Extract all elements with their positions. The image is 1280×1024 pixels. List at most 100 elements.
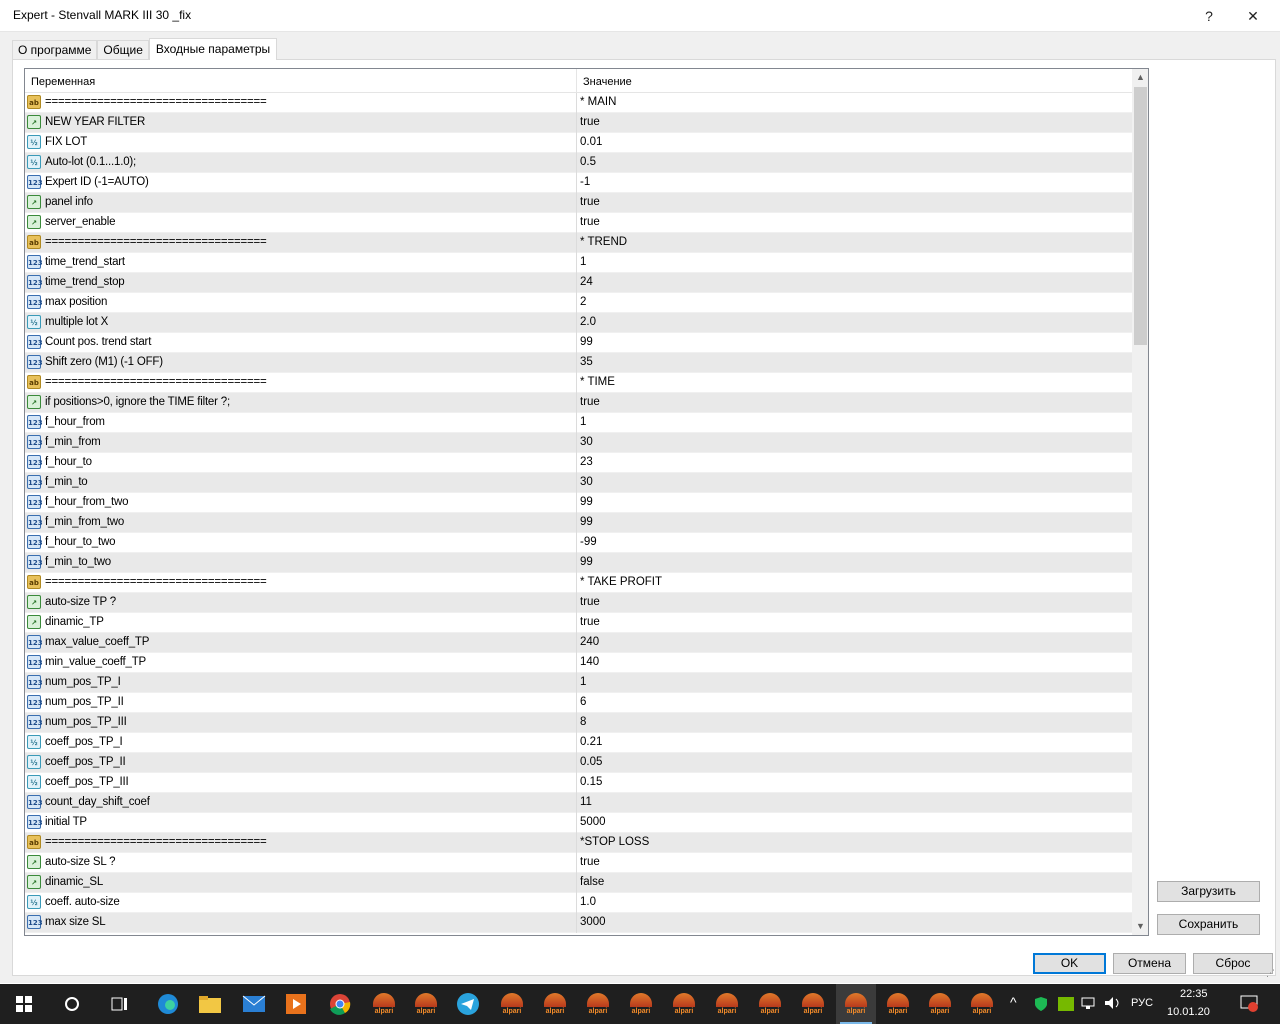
param-value[interactable]: 140 — [580, 656, 599, 668]
param-row[interactable]: ab ================================== *STO… — [25, 833, 1132, 853]
param-value[interactable]: 23 — [580, 456, 593, 468]
param-row[interactable]: 123 f_min_to_two 99 — [25, 553, 1132, 573]
language-indicator[interactable]: РУС — [1131, 997, 1153, 1009]
taskbar-alpari-active[interactable]: alpari — [836, 984, 876, 1024]
volume-icon[interactable] — [1104, 995, 1122, 1011]
tray-expand-icon[interactable]: ^ — [1010, 994, 1017, 1010]
param-row[interactable]: ½ multiple lot X 2.0 — [25, 313, 1132, 333]
param-row[interactable]: 123 num_pos_TP_I 1 — [25, 673, 1132, 693]
taskbar-edge[interactable] — [148, 984, 188, 1024]
parameters-grid[interactable]: Переменная Значение ab ==================… — [24, 68, 1149, 936]
header-value[interactable]: Значение — [583, 76, 632, 88]
param-row[interactable]: ½ Auto-lot (0.1...1.0); 0.5 — [25, 153, 1132, 173]
taskbar-alpari-3[interactable]: alpari — [492, 984, 532, 1024]
param-value[interactable]: 30 — [580, 476, 593, 488]
param-value[interactable]: false — [580, 876, 604, 888]
ok-button[interactable]: OK — [1033, 953, 1106, 974]
taskbar-alpari-13[interactable]: alpari — [920, 984, 960, 1024]
param-row[interactable]: ab ================================== * TR… — [25, 233, 1132, 253]
param-value[interactable]: -99 — [580, 536, 597, 548]
param-value[interactable]: true — [580, 596, 600, 608]
param-row[interactable]: 123 max size SL 3000 — [25, 913, 1132, 933]
param-row[interactable]: ½ coeff_pos_TP_III 0.15 — [25, 773, 1132, 793]
param-row[interactable]: ½ coeff_pos_TP_II 0.05 — [25, 753, 1132, 773]
param-row[interactable]: ab ================================== * MA… — [25, 93, 1132, 113]
param-value[interactable]: 240 — [580, 636, 599, 648]
param-row[interactable]: 123 f_hour_from_two 99 — [25, 493, 1132, 513]
param-value[interactable]: 0.21 — [580, 736, 602, 748]
param-value[interactable]: 99 — [580, 556, 593, 568]
param-value[interactable]: * TAKE PROFIT — [580, 576, 662, 588]
resize-grip-icon[interactable]: ⋰ — [1266, 968, 1278, 980]
nvidia-icon[interactable] — [1058, 997, 1074, 1011]
param-row[interactable]: ↗ panel info true — [25, 193, 1132, 213]
param-row[interactable]: 123 max_value_coeff_TP 240 — [25, 633, 1132, 653]
reset-button[interactable]: Сброс — [1193, 953, 1273, 974]
param-value[interactable]: 3000 — [580, 916, 606, 928]
param-row[interactable]: ↗ NEW YEAR FILTER true — [25, 113, 1132, 133]
param-row[interactable]: 123 initial TP 5000 — [25, 813, 1132, 833]
param-value[interactable]: * TREND — [580, 236, 627, 248]
param-row[interactable]: 123 Shift zero (M1) (-1 OFF) 35 — [25, 353, 1132, 373]
taskbar-alpari-2[interactable]: alpari — [406, 984, 446, 1024]
param-value[interactable]: * TIME — [580, 376, 615, 388]
tab-common[interactable]: Общие — [97, 40, 149, 60]
param-value[interactable]: true — [580, 616, 600, 628]
network-icon[interactable] — [1080, 995, 1096, 1011]
param-row[interactable]: 123 num_pos_TP_II 6 — [25, 693, 1132, 713]
param-value[interactable]: * MAIN — [580, 96, 616, 108]
param-value[interactable]: 1 — [580, 676, 586, 688]
param-value[interactable]: 1 — [580, 256, 586, 268]
param-row[interactable]: 123 Count pos. trend start 99 — [25, 333, 1132, 353]
param-value[interactable]: 30 — [580, 436, 593, 448]
search-button[interactable] — [52, 984, 92, 1024]
param-value[interactable]: true — [580, 216, 600, 228]
taskbar-alpari-12[interactable]: alpari — [878, 984, 918, 1024]
taskbar-alpari-1[interactable]: alpari — [364, 984, 404, 1024]
param-value[interactable]: 11 — [580, 796, 592, 808]
shield-icon[interactable] — [1034, 996, 1048, 1012]
param-row[interactable]: ↗ dinamic_SL false — [25, 873, 1132, 893]
param-value[interactable]: 0.15 — [580, 776, 602, 788]
param-row[interactable]: ↗ dinamic_TP true — [25, 613, 1132, 633]
param-value[interactable]: 99 — [580, 516, 593, 528]
param-value[interactable]: -1 — [580, 176, 590, 188]
taskbar-alpari-10[interactable]: alpari — [793, 984, 833, 1024]
param-value[interactable]: 1.0 — [580, 896, 596, 908]
scroll-up-icon[interactable]: ▲ — [1132, 69, 1148, 86]
clock-date[interactable]: 10.01.20 — [1167, 1006, 1210, 1018]
load-button[interactable]: Загрузить — [1157, 881, 1260, 902]
tab-inputs[interactable]: Входные параметры — [148, 38, 278, 60]
param-row[interactable]: ab ================================== * TA… — [25, 573, 1132, 593]
tab-about[interactable]: О программе — [12, 40, 98, 60]
param-row[interactable]: 123 f_min_from 30 — [25, 433, 1132, 453]
param-value[interactable]: 2 — [580, 296, 586, 308]
task-view-button[interactable] — [100, 984, 140, 1024]
param-value[interactable]: 0.5 — [580, 156, 596, 168]
taskbar-alpari-4[interactable]: alpari — [535, 984, 575, 1024]
param-row[interactable]: ↗ auto-size SL ? true — [25, 853, 1132, 873]
param-value[interactable]: true — [580, 196, 600, 208]
taskbar-chrome[interactable] — [320, 984, 360, 1024]
taskbar-alpari-14[interactable]: alpari — [962, 984, 1002, 1024]
param-value[interactable]: 99 — [580, 336, 593, 348]
taskbar-alpari-7[interactable]: alpari — [664, 984, 704, 1024]
help-button[interactable]: ? — [1186, 0, 1232, 32]
param-value[interactable]: 99 — [580, 496, 593, 508]
param-row[interactable]: 123 count_day_shift_coef 11 — [25, 793, 1132, 813]
param-value[interactable]: 8 — [580, 716, 586, 728]
param-row[interactable]: 123 min_value_coeff_TP 140 — [25, 653, 1132, 673]
param-row[interactable]: ½ coeff. auto-size 1.0 — [25, 893, 1132, 913]
cancel-button[interactable]: Отмена — [1113, 953, 1186, 974]
param-row[interactable]: ½ coeff_pos_TP_I 0.21 — [25, 733, 1132, 753]
scroll-down-icon[interactable]: ▼ — [1132, 918, 1148, 935]
param-row[interactable]: 123 f_hour_to 23 — [25, 453, 1132, 473]
param-value[interactable]: true — [580, 396, 600, 408]
notifications-icon[interactable] — [1240, 994, 1258, 1012]
param-value[interactable]: 0.01 — [580, 136, 602, 148]
param-value[interactable]: 5000 — [580, 816, 606, 828]
param-value[interactable]: 0.05 — [580, 756, 602, 768]
taskbar-telegram[interactable] — [448, 984, 488, 1024]
param-value[interactable]: 24 — [580, 276, 593, 288]
param-row[interactable]: 123 f_min_to 30 — [25, 473, 1132, 493]
